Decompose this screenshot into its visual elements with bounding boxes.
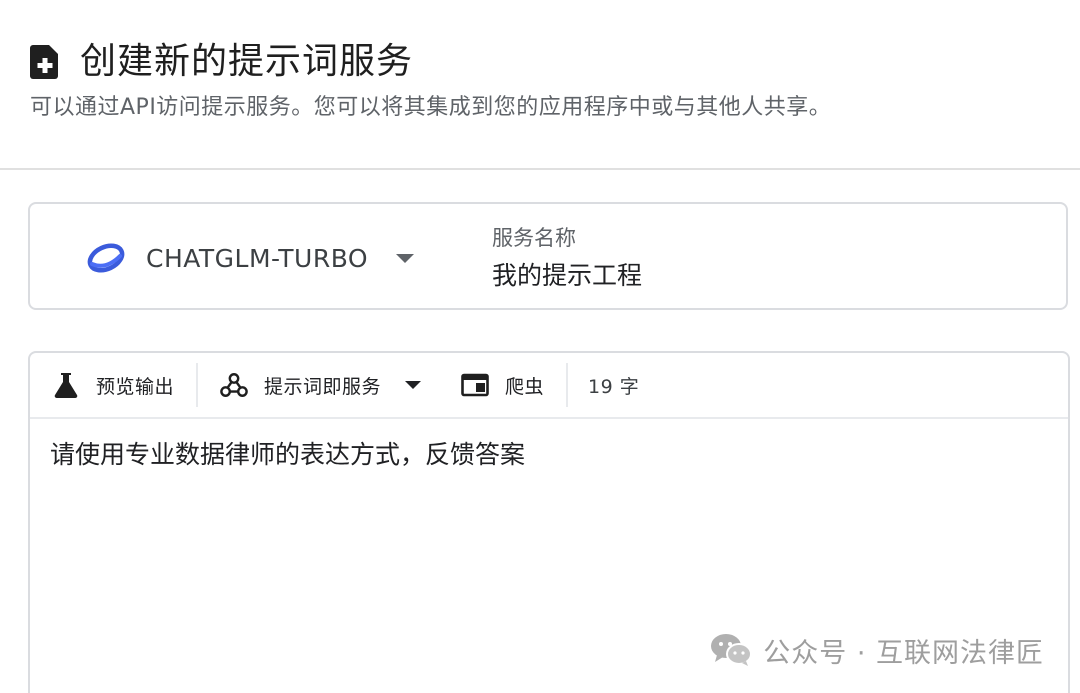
watermark-text: 公众号 · 互联网法律匠: [763, 637, 1044, 669]
char-count: 19 字: [588, 375, 640, 398]
crawler-button[interactable]: 爬虫: [421, 353, 544, 417]
web-window-icon: [461, 371, 489, 399]
create-prompt-service-page: 创建新的提示词服务 可以通过API访问提示服务。您可以将其集成到您的应用程序中或…: [0, 0, 1080, 693]
watermark: 公众号 · 互联网法律匠: [709, 630, 1044, 670]
editor-toolbar: 预览输出 提示词即服务 爬虫 19 字: [30, 353, 1068, 419]
service-config-card: CHATGLM-TURBO 服务名称 我的提示工程: [28, 202, 1068, 310]
title-row: 创建新的提示词服务: [30, 38, 1050, 86]
prompt-textarea[interactable]: 请使用专业数据律师的表达方式，反馈答案: [50, 437, 1040, 637]
page-header: 创建新的提示词服务 可以通过API访问提示服务。您可以将其集成到您的应用程序中或…: [30, 38, 1050, 122]
toolbar-divider: [566, 363, 569, 407]
service-name-field[interactable]: 服务名称 我的提示工程: [492, 224, 1012, 294]
model-select[interactable]: CHATGLM-TURBO: [86, 238, 415, 278]
chevron-down-icon: [405, 381, 422, 389]
file-add-icon: [30, 45, 60, 79]
zhipu-logo-icon: [86, 240, 126, 276]
preview-output-button[interactable]: 预览输出: [30, 353, 174, 417]
chevron-down-icon: [396, 253, 415, 263]
prompt-as-service-label: 提示词即服务: [264, 375, 382, 398]
prompt-as-service-dropdown[interactable]: 提示词即服务: [198, 353, 422, 417]
service-name-label: 服务名称: [492, 226, 576, 250]
preview-output-label: 预览输出: [96, 375, 175, 398]
service-name-input[interactable]: 我的提示工程: [492, 258, 1012, 294]
model-name: CHATGLM-TURBO: [146, 243, 369, 273]
crawler-label: 爬虫: [505, 375, 545, 398]
flask-icon: [52, 371, 80, 399]
header-divider: [0, 168, 1080, 170]
webhook-icon: [220, 371, 248, 399]
page-subtitle: 可以通过API访问提示服务。您可以将其集成到您的应用程序中或与其他人共享。: [30, 95, 832, 120]
wechat-icon: [709, 632, 753, 668]
page-title: 创建新的提示词服务: [80, 41, 414, 82]
